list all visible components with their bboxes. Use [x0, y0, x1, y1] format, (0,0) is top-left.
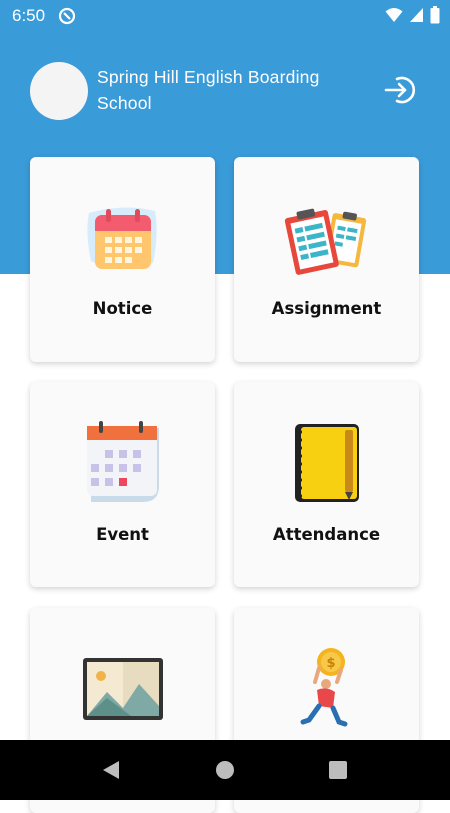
calendar-icon	[86, 207, 157, 269]
app-notification-icon	[58, 7, 76, 25]
school-name: Spring Hill English Boarding School	[97, 67, 320, 113]
menu-card-event[interactable]: Event	[30, 382, 215, 587]
menu-card-label: Event	[96, 525, 149, 544]
event-calendar-icon	[86, 421, 159, 502]
status-time: 6:50	[12, 6, 46, 25]
svg-text:$: $	[326, 656, 335, 671]
clipboard-icon	[284, 208, 366, 275]
recents-icon[interactable]	[328, 760, 348, 780]
battery-icon	[430, 6, 440, 24]
status-bar: 6:50	[0, 0, 450, 32]
gallery-icon	[82, 658, 163, 720]
home-icon[interactable]	[215, 760, 235, 780]
wifi-icon	[385, 8, 403, 22]
back-icon[interactable]	[101, 760, 121, 780]
avatar[interactable]	[30, 62, 88, 120]
logout-icon[interactable]	[383, 72, 419, 108]
menu-card-label: Attendance	[272, 525, 381, 544]
menu-card-label: Assignment	[271, 299, 382, 318]
signal-icon	[410, 8, 423, 22]
menu-card-attendance[interactable]: Attendance	[234, 382, 419, 587]
menu-card-label: Notice	[92, 299, 153, 318]
fee-coin-icon: $	[300, 648, 347, 727]
menu-card-assignment[interactable]: Assignment	[234, 157, 419, 362]
system-navigation-bar	[0, 740, 450, 800]
notebook-icon	[294, 424, 359, 502]
menu-card-notice[interactable]: Notice	[30, 157, 215, 362]
